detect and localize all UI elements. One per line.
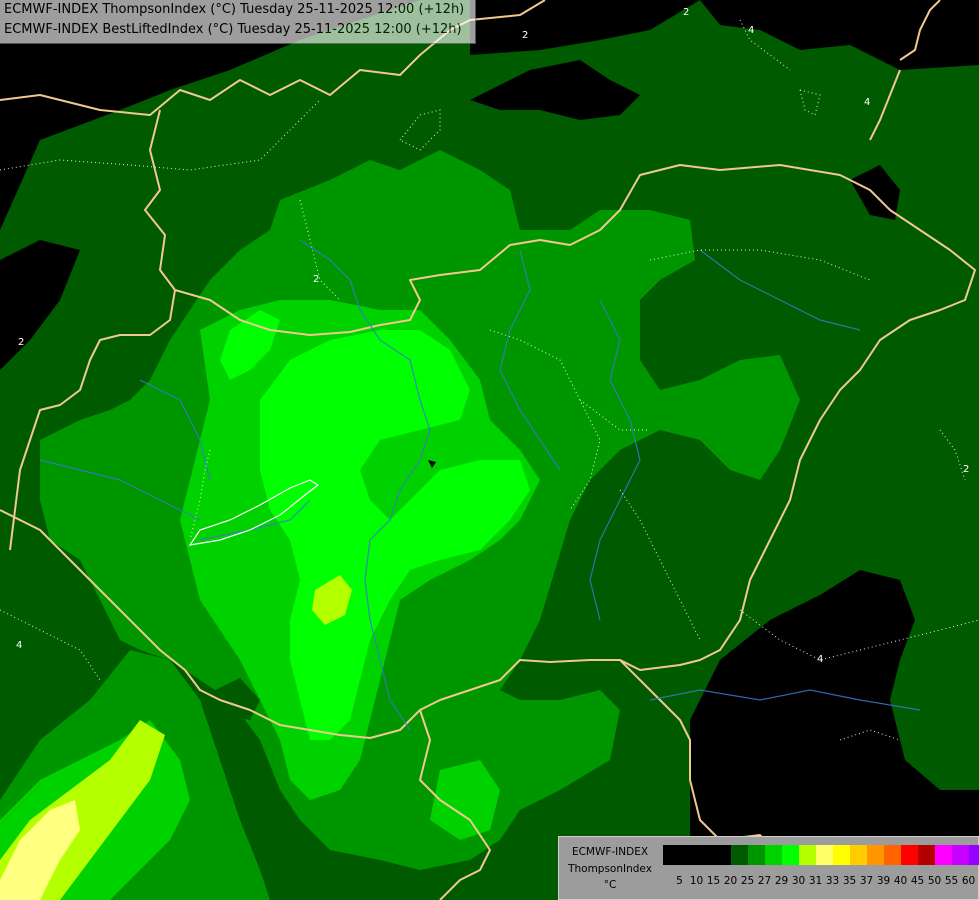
title-best-lifted-index: ECMWF-INDEX BestLiftedIndex (°C) Tuesday… (4, 22, 462, 37)
contour-label: 2 (683, 7, 689, 18)
map-title-box: ECMWF-INDEX ThompsonIndex (°C) Tuesday 2… (0, 0, 476, 44)
legend-swatch (765, 845, 782, 865)
legend-swatch (680, 845, 697, 865)
legend-tick-label: 5 (676, 875, 683, 887)
contour-label: 4 (864, 97, 870, 108)
legend-swatch (697, 845, 714, 865)
legend-tick-label: 25 (740, 875, 755, 887)
legend-tick-label: 31 (808, 875, 823, 887)
legend-tick-label: 29 (774, 875, 789, 887)
legend-swatch (663, 845, 680, 865)
contour-label: 2 (963, 464, 969, 475)
legend-source: ECMWF-INDEX (571, 846, 649, 858)
legend-swatch (731, 845, 748, 865)
legend-tick-label: 15 (706, 875, 721, 887)
legend-tick-label: 60 (961, 875, 976, 887)
legend-tick-label: 20 (723, 875, 738, 887)
legend-swatch (782, 845, 799, 865)
legend-swatch (850, 845, 867, 865)
legend-tick-label: 40 (893, 875, 908, 887)
title-thompson-index: ECMWF-INDEX ThompsonIndex (°C) Tuesday 2… (4, 2, 465, 17)
legend-swatch (799, 845, 816, 865)
legend-tick-label: 39 (876, 875, 891, 887)
legend-tick-label: 37 (859, 875, 874, 887)
legend-swatch (935, 845, 952, 865)
legend-unit: °C (603, 879, 617, 891)
legend-tick-label: 27 (757, 875, 772, 887)
legend-tick-label: 50 (927, 875, 942, 887)
legend-swatch (714, 845, 731, 865)
contour-label: 4 (817, 654, 823, 665)
contour-label: 4 (16, 640, 22, 651)
legend-tick-label: 30 (791, 875, 806, 887)
legend-swatch (748, 845, 765, 865)
legend-swatch (816, 845, 833, 865)
contour-label: 2 (522, 30, 528, 41)
legend-tick-label: 55 (944, 875, 959, 887)
contour-label: 2 (18, 337, 24, 348)
legend-swatch (918, 845, 935, 865)
legend-tick-label: 33 (825, 875, 840, 887)
legend-tick-label: 10 (689, 875, 704, 887)
legend-swatch (833, 845, 850, 865)
color-legend: ECMWF-INDEX ThompsonIndex °C 5 10 15 20 25 27… (558, 836, 979, 900)
weather-map: 2 2 2 2 4 4 4 4 2 4 (0, 0, 979, 900)
contour-label: 2 (313, 274, 319, 285)
legend-tick-label: 35 (842, 875, 857, 887)
legend-swatch (867, 845, 884, 865)
legend-tick-label: 45 (910, 875, 925, 887)
contour-label: 4 (748, 25, 754, 36)
legend-swatch (884, 845, 901, 865)
legend-swatch (952, 845, 969, 865)
legend-swatch (969, 845, 979, 865)
legend-parameter: ThompsonIndex (568, 863, 652, 875)
legend-swatch (901, 845, 918, 865)
